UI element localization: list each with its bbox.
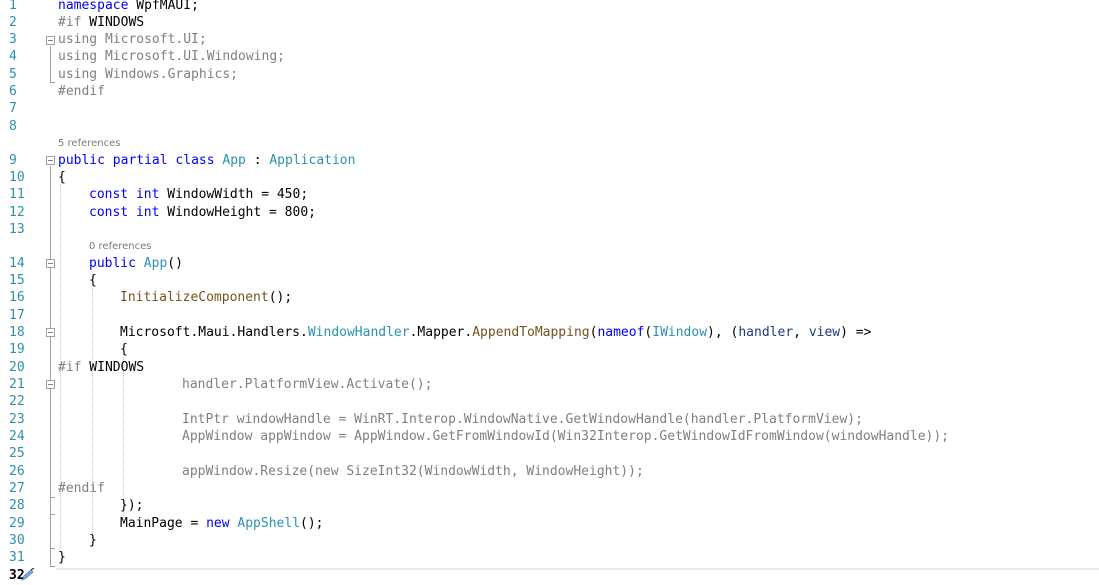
collapse-class-icon[interactable] bbox=[46, 156, 55, 165]
code-line-18: Microsoft.Maui.Handlers.WindowHandler.Ma… bbox=[120, 325, 872, 340]
code-line-9: public partial class App : Application bbox=[58, 153, 356, 168]
line-number: 14 bbox=[9, 256, 25, 271]
line-number: 17 bbox=[9, 308, 25, 323]
code-line-2: #if WINDOWS bbox=[58, 15, 145, 30]
code-line-6: #endif bbox=[58, 84, 105, 99]
code-line-20: #if WINDOWS bbox=[58, 360, 145, 375]
code-line-16: InitializeComponent(); bbox=[120, 290, 293, 305]
line-number-gutter: 1 2 3 4 5 6 7 8 9 10 11 12 13 14 15 16 1… bbox=[0, 0, 40, 583]
line-number: 2 bbox=[9, 15, 17, 30]
line-number: 8 bbox=[9, 119, 17, 134]
line-number: 22 bbox=[9, 394, 25, 409]
line-number: 21 bbox=[9, 377, 25, 392]
line-number: 12 bbox=[9, 205, 25, 220]
fold-end bbox=[50, 82, 55, 83]
line-number: 3 bbox=[9, 32, 17, 47]
line-number: 5 bbox=[9, 67, 17, 82]
line-number: 20 bbox=[9, 360, 25, 375]
line-number: 19 bbox=[9, 342, 25, 357]
indent-guide bbox=[92, 288, 93, 538]
code-line-19: { bbox=[120, 342, 128, 357]
line-number: 18 bbox=[9, 325, 25, 340]
code-line-4: using Microsoft.UI.Windowing; bbox=[58, 49, 285, 64]
code-line-24: AppWindow appWindow = AppWindow.GetFromW… bbox=[182, 429, 950, 444]
collapse-if-windows-icon[interactable] bbox=[46, 380, 55, 389]
code-line-23: IntPtr windowHandle = WinRT.Interop.Wind… bbox=[182, 412, 863, 427]
code-line-28: }); bbox=[120, 498, 144, 513]
code-line-15: { bbox=[89, 273, 97, 288]
line-number: 16 bbox=[9, 290, 25, 305]
line-number: 23 bbox=[9, 412, 25, 427]
code-line-29: MainPage = new AppShell(); bbox=[120, 516, 324, 531]
code-line-26: appWindow.Resize(new SizeInt32(WindowWid… bbox=[182, 464, 644, 479]
code-editor[interactable]: 1 2 3 4 5 6 7 8 9 10 11 12 13 14 15 16 1… bbox=[0, 0, 1099, 583]
code-line-12: const int WindowHeight = 800; bbox=[89, 205, 316, 220]
fold-end bbox=[50, 497, 55, 498]
code-line-21: handler.PlatformView.Activate(); bbox=[182, 377, 433, 392]
code-line-30: } bbox=[89, 533, 97, 548]
fold-end bbox=[50, 566, 55, 567]
line-number: 24 bbox=[9, 429, 25, 444]
code-line-1: namespace WpfMAUI; bbox=[58, 0, 199, 13]
code-line-5: using Windows.Graphics; bbox=[58, 67, 239, 82]
line-number: 27 bbox=[9, 481, 25, 496]
code-line-27: #endif bbox=[58, 481, 105, 496]
line-number: 11 bbox=[9, 187, 25, 202]
line-number: 4 bbox=[9, 49, 17, 64]
line-number: 30 bbox=[9, 533, 25, 548]
line-number: 13 bbox=[9, 222, 25, 237]
code-line-31: } bbox=[58, 550, 66, 565]
fold-line bbox=[50, 166, 51, 566]
current-line-highlight bbox=[56, 568, 1099, 585]
line-number: 10 bbox=[9, 170, 25, 185]
line-number: 1 bbox=[9, 0, 17, 13]
code-line-3: using Microsoft.UI; bbox=[58, 32, 207, 47]
code-line-10: { bbox=[58, 170, 66, 185]
line-number: 28 bbox=[9, 498, 25, 513]
fold-line bbox=[50, 46, 51, 82]
edit-pencil-icon[interactable] bbox=[20, 568, 36, 582]
line-number: 31 bbox=[9, 550, 25, 565]
collapse-lambda-icon[interactable] bbox=[46, 328, 55, 337]
fold-end bbox=[50, 514, 55, 515]
collapse-constructor-icon[interactable] bbox=[46, 259, 55, 268]
line-number: 15 bbox=[9, 273, 25, 288]
code-line-14: public App() bbox=[89, 256, 183, 271]
line-number: 6 bbox=[9, 84, 17, 99]
fold-end bbox=[50, 548, 55, 549]
code-line-11: const int WindowWidth = 450; bbox=[89, 187, 309, 202]
line-number: 25 bbox=[9, 446, 25, 461]
code-lens-class-references[interactable]: 5 references bbox=[58, 137, 121, 151]
line-number: 29 bbox=[9, 516, 25, 531]
line-number: 26 bbox=[9, 464, 25, 479]
line-number: 7 bbox=[9, 101, 17, 116]
collapse-usings-icon[interactable] bbox=[46, 36, 55, 45]
line-number: 9 bbox=[9, 153, 17, 168]
code-lens-constructor-references[interactable]: 0 references bbox=[89, 240, 152, 254]
